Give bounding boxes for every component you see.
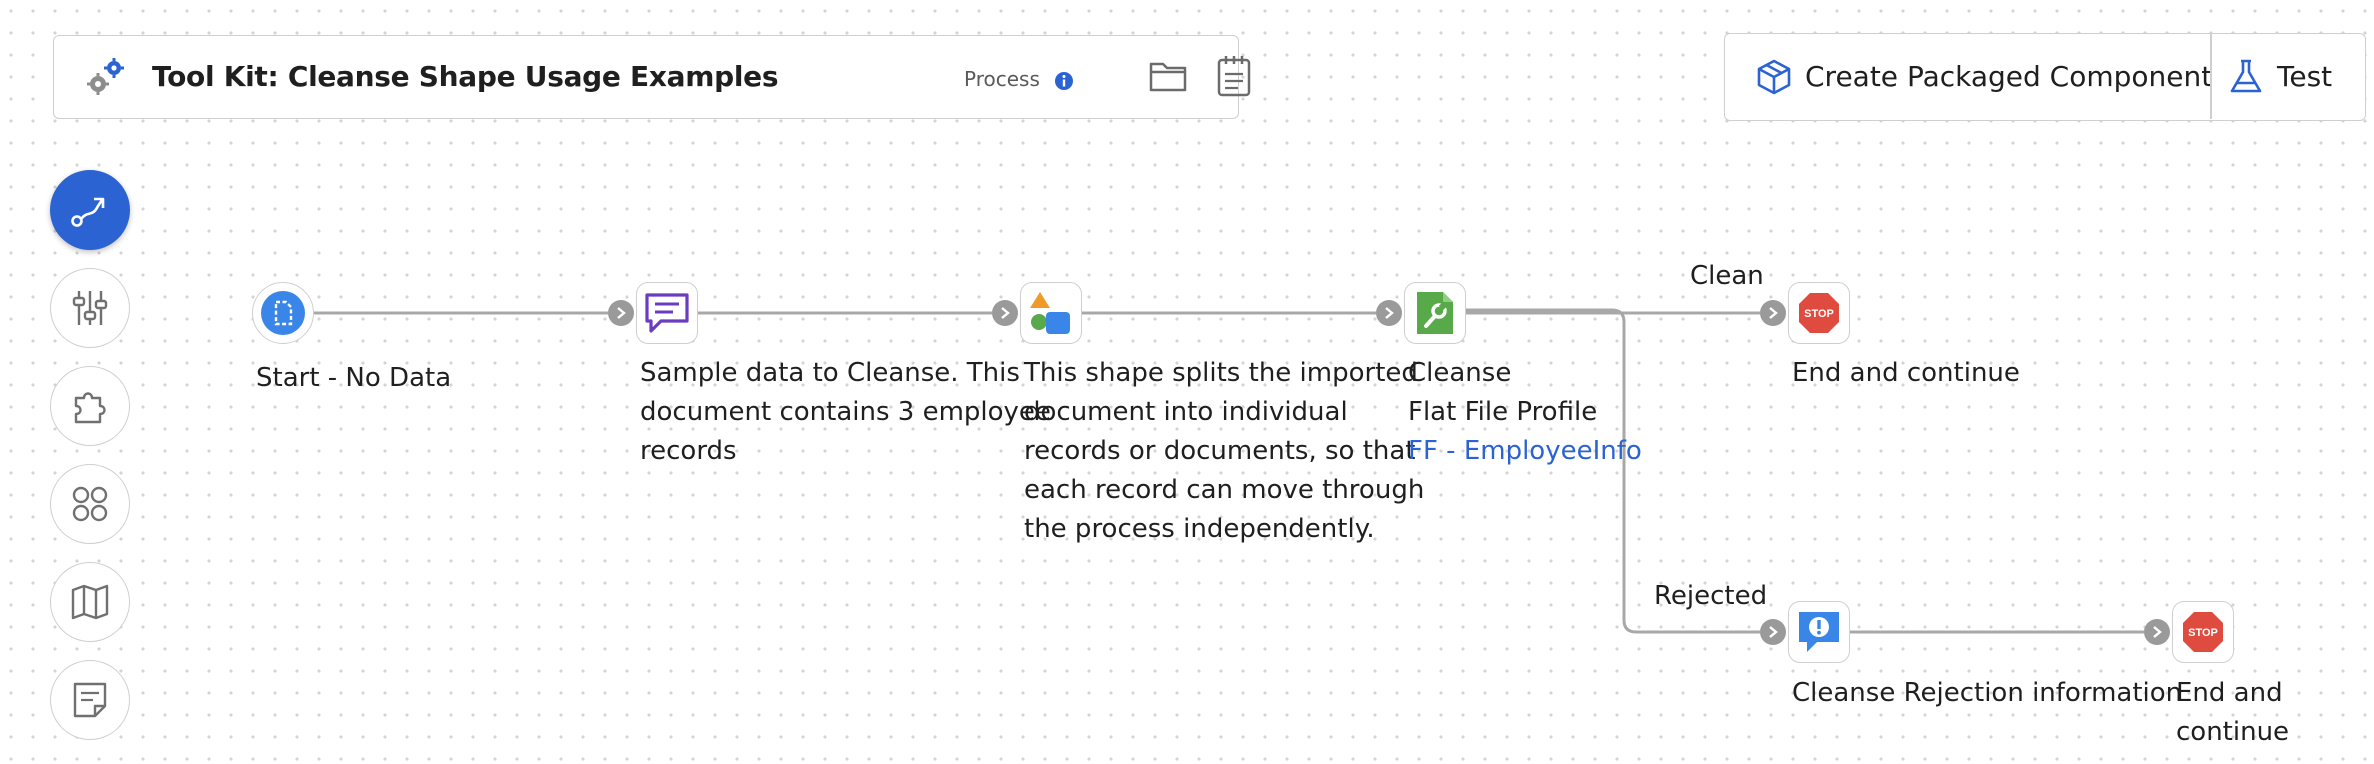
connector-cleanse-input[interactable] — [1376, 300, 1402, 326]
stop-sign-icon: STOP — [1799, 293, 1839, 333]
stop-sign-text: STOP — [2188, 627, 2218, 639]
branch-label-clean: Clean — [1690, 261, 1764, 291]
chevron-right-icon — [617, 307, 626, 319]
cleanse-wrench-icon — [1417, 292, 1453, 334]
connector-exception-input[interactable] — [1760, 619, 1786, 645]
chevron-right-icon — [1001, 307, 1010, 319]
exception-alert-icon — [1799, 612, 1839, 652]
profile-link[interactable]: FF - EmployeeInfo — [1408, 432, 1642, 471]
branch-label-rejected: Rejected — [1654, 581, 1768, 611]
start-icon — [261, 291, 305, 335]
start-shape[interactable] — [252, 282, 314, 344]
chevron-right-icon — [1769, 307, 1778, 319]
connector-message-input[interactable] — [608, 300, 634, 326]
connector-clean-stop-input[interactable] — [1760, 300, 1786, 326]
split-label: This shape splits the imported document … — [1024, 358, 1425, 544]
split-shape[interactable] — [1020, 282, 1082, 344]
stop-rejected-label: End and continue — [2176, 678, 2290, 747]
message-icon — [645, 293, 689, 333]
stop-sign-text: STOP — [1804, 308, 1834, 320]
exception-shape[interactable] — [1788, 601, 1850, 663]
start-label: Start - No Data — [256, 363, 452, 393]
cleanse-label: Cleanse Flat File Profile FF - EmployeeI… — [1408, 354, 1642, 471]
data-process-icon — [1030, 292, 1070, 334]
connector-rejected-stop-input[interactable] — [2144, 619, 2170, 645]
connector-split-input[interactable] — [992, 300, 1018, 326]
message-label: Sample data to Cleanse. This document co… — [640, 358, 1051, 466]
stop-clean-label: End and continue — [1792, 358, 2020, 388]
chevron-right-icon — [2153, 626, 2162, 638]
message-shape[interactable] — [636, 282, 698, 344]
stop-sign-icon: STOP — [2183, 612, 2223, 652]
stop-clean-shape[interactable]: STOP — [1788, 282, 1850, 344]
chevron-right-icon — [1385, 307, 1394, 319]
stop-rejected-shape[interactable]: STOP — [2172, 601, 2234, 663]
cleanse-shape[interactable] — [1404, 282, 1466, 344]
chevron-right-icon — [1769, 626, 1778, 638]
exception-label: Cleanse Rejection information — [1792, 678, 2183, 708]
